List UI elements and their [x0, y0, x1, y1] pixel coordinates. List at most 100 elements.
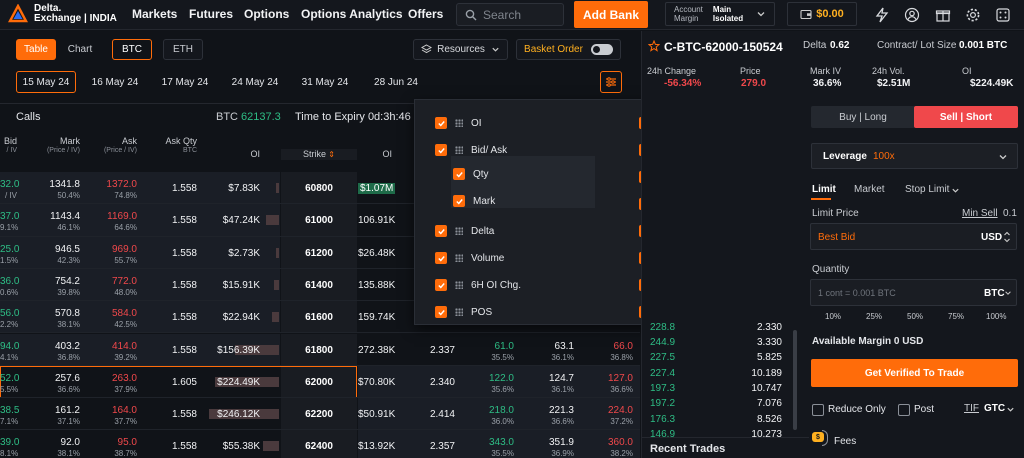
- ask-cell[interactable]: 263.0 37.9%: [85, 373, 137, 395]
- pct-100[interactable]: 100%: [986, 312, 1006, 321]
- pct-50[interactable]: 50%: [907, 312, 923, 321]
- put-bid-cell[interactable]: 61.0 35.5%: [470, 341, 514, 363]
- column-option-delta[interactable]: Delta: [435, 225, 494, 237]
- logo[interactable]: Delta. Exchange | INDIA: [8, 3, 117, 24]
- limit-price-input[interactable]: Best Bid USD: [810, 223, 1017, 250]
- account-margin-selector[interactable]: Account Margin Main Isolated: [665, 2, 775, 26]
- oi-cell[interactable]: $47.24K: [200, 215, 260, 226]
- nav-markets[interactable]: Markets: [132, 7, 177, 21]
- mark-cell[interactable]: 1143.4 46.1%: [30, 211, 80, 233]
- fees-label[interactable]: Fees: [834, 436, 856, 447]
- checkbox-checked-icon[interactable]: [453, 195, 465, 207]
- column-option-volume[interactable]: Volume: [435, 252, 504, 264]
- checkbox-checked-icon[interactable]: [453, 168, 465, 180]
- nav-options[interactable]: Options: [244, 7, 289, 21]
- quantity-input[interactable]: 1 cont = 0.001 BTC BTC: [810, 279, 1017, 306]
- drag-handle-icon[interactable]: [455, 281, 463, 289]
- search-input[interactable]: Search: [456, 3, 564, 26]
- pct-25[interactable]: 25%: [866, 312, 882, 321]
- ask-cell[interactable]: 969.0 55.7%: [85, 244, 137, 266]
- put-bid-cell[interactable]: 343.0 35.5%: [470, 437, 514, 458]
- oi-cell[interactable]: $246.12K: [200, 409, 260, 420]
- ask-cell[interactable]: 584.0 42.5%: [85, 308, 137, 330]
- quantity-currency[interactable]: BTC: [984, 288, 1005, 299]
- put-delta-cell[interactable]: 2.337: [415, 345, 455, 356]
- put-mark-cell[interactable]: 63.1 36.1%: [530, 341, 574, 363]
- ask-qty-cell[interactable]: 1.558: [150, 441, 197, 452]
- ask-qty-cell[interactable]: 1.558: [150, 215, 197, 226]
- oi-cell[interactable]: $22.94K: [200, 312, 260, 323]
- add-bank-button[interactable]: Add Bank: [574, 1, 648, 28]
- ask-qty-cell[interactable]: 1.558: [150, 345, 197, 356]
- asset-btc[interactable]: BTC: [112, 39, 152, 60]
- column-option-qty[interactable]: Qty: [453, 168, 489, 180]
- drag-handle-icon[interactable]: [455, 308, 463, 316]
- wallet-button[interactable]: $0.00: [787, 2, 857, 26]
- tab-table[interactable]: Table: [16, 39, 56, 60]
- ask-qty-cell[interactable]: 1.558: [150, 183, 197, 194]
- drag-handle-icon[interactable]: [455, 227, 463, 235]
- put-delta-cell[interactable]: 2.414: [415, 409, 455, 420]
- put-bid-cell[interactable]: 122.0 35.6%: [470, 373, 514, 395]
- toggle-switch[interactable]: [590, 44, 613, 55]
- ask-qty-cell[interactable]: 1.558: [150, 248, 197, 259]
- mark-cell[interactable]: 403.2 36.8%: [30, 341, 80, 363]
- tif-value[interactable]: GTC: [984, 403, 1005, 414]
- drag-handle-icon[interactable]: [455, 119, 463, 127]
- date-17-may[interactable]: 17 May 24: [155, 71, 215, 93]
- bid-cell[interactable]: 56.0 2.2%: [0, 308, 19, 330]
- mark-cell[interactable]: 257.6 36.6%: [30, 373, 80, 395]
- bid-cell[interactable]: 36.0 0.6%: [0, 276, 19, 298]
- put-delta-cell[interactable]: 2.340: [415, 377, 455, 388]
- put-delta-cell[interactable]: 2.357: [415, 441, 455, 452]
- column-option-mark[interactable]: Mark: [453, 195, 495, 207]
- min-sell-label[interactable]: Min Sell: [962, 208, 998, 219]
- column-settings-button[interactable]: [600, 71, 622, 93]
- ask-qty-cell[interactable]: 1.605: [150, 377, 197, 388]
- orderbook-row[interactable]: 197.3 10.747: [641, 383, 809, 396]
- sell-short-tab[interactable]: Sell | Short: [914, 106, 1018, 128]
- oi-cell[interactable]: $156.39K: [200, 345, 260, 356]
- bolt-icon[interactable]: [874, 7, 890, 23]
- checkbox-checked-icon[interactable]: [435, 117, 447, 129]
- drag-handle-icon[interactable]: [455, 146, 463, 154]
- ask-cell[interactable]: 1372.0 74.8%: [85, 179, 137, 201]
- basket-order-toggle[interactable]: Basket Order: [516, 39, 621, 60]
- date-15-may[interactable]: 15 May 24: [16, 71, 76, 93]
- mark-cell[interactable]: 754.2 39.8%: [30, 276, 80, 298]
- gift-icon[interactable]: [935, 7, 951, 23]
- ask-qty-cell[interactable]: 1.558: [150, 312, 197, 323]
- put-mark-cell[interactable]: 124.7 36.1%: [530, 373, 574, 395]
- nav-offers[interactable]: Offers: [408, 7, 443, 21]
- orderbook-row[interactable]: 176.3 8.526: [641, 414, 809, 427]
- stepper-icon[interactable]: [1003, 230, 1011, 244]
- mark-cell[interactable]: 570.8 38.1%: [30, 308, 80, 330]
- checkbox-checked-icon[interactable]: [435, 225, 447, 237]
- orderbook-scrollbar[interactable]: [793, 330, 797, 430]
- orderbook-row[interactable]: 227.5 5.825: [641, 352, 809, 365]
- date-31-may[interactable]: 31 May 24: [295, 71, 355, 93]
- checkbox-checked-icon[interactable]: [435, 279, 447, 291]
- oi-cell[interactable]: $15.91K: [200, 280, 260, 291]
- asset-eth[interactable]: ETH: [163, 39, 203, 60]
- bid-cell[interactable]: 25.0 1.5%: [0, 244, 19, 266]
- put-mark-cell[interactable]: 221.3 36.6%: [530, 405, 574, 427]
- gear-icon[interactable]: [965, 7, 981, 23]
- star-icon[interactable]: [648, 40, 660, 52]
- bid-cell[interactable]: 32.0/ IV: [0, 179, 19, 201]
- put-bid-cell[interactable]: 218.0 36.0%: [470, 405, 514, 427]
- pct-10[interactable]: 10%: [825, 312, 841, 321]
- bid-cell[interactable]: 39.0 8.1%: [0, 437, 19, 458]
- order-type-market[interactable]: Market: [854, 184, 885, 195]
- bid-cell[interactable]: 52.0 5.5%: [0, 373, 19, 395]
- orderbook-row[interactable]: 228.8 2.330: [641, 322, 809, 335]
- orderbook-row[interactable]: 244.9 3.330: [641, 337, 809, 350]
- reduce-only-checkbox[interactable]: [812, 404, 824, 416]
- orderbook-row[interactable]: 146.9 10.273: [641, 429, 809, 442]
- oi-cell[interactable]: $55.38K: [200, 441, 260, 452]
- buy-long-tab[interactable]: Buy | Long: [811, 106, 915, 128]
- column-option-bid-ask[interactable]: Bid/ Ask: [435, 144, 507, 156]
- orderbook-row[interactable]: 227.4 10.189: [641, 368, 809, 381]
- get-verified-button[interactable]: Get Verified To Trade: [811, 359, 1018, 387]
- mark-cell[interactable]: 92.0 38.1%: [30, 437, 80, 458]
